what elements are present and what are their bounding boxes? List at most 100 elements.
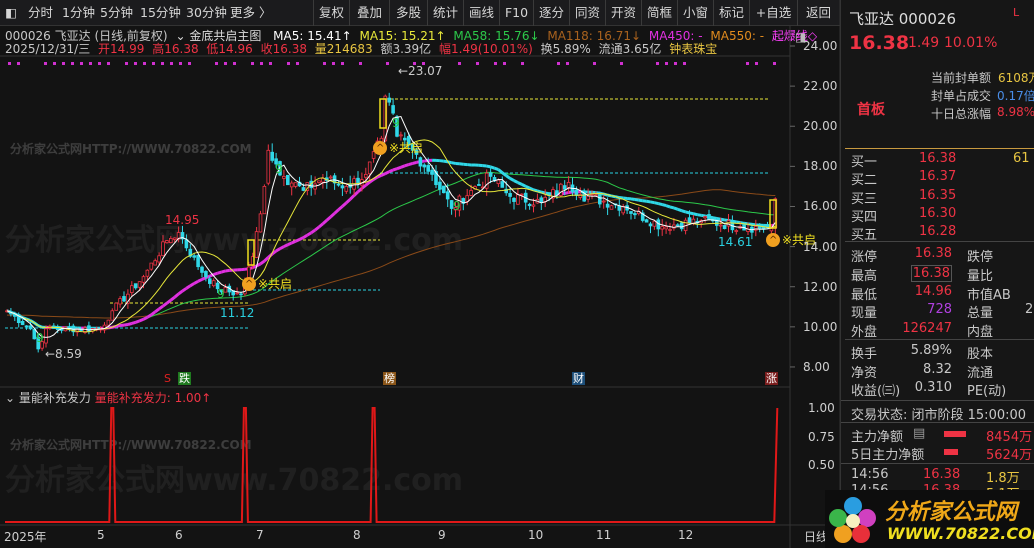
indicator-toggle[interactable]: ⌄ (5, 391, 19, 405)
candle-body (438, 181, 442, 190)
trend-line-segment (497, 168, 504, 174)
seal-label: 当前封单额 (931, 71, 992, 85)
flower-logo-icon (829, 497, 876, 543)
trend-line-segment (325, 215, 332, 222)
trend-line-segment (169, 295, 176, 302)
candle-body (161, 241, 165, 257)
candle-body (157, 255, 161, 263)
trend-line-segment (127, 322, 133, 326)
candle-body (516, 194, 520, 205)
trend-line-segment (337, 205, 344, 211)
trend-line-segment (493, 166, 499, 172)
candle-body (141, 276, 146, 283)
candle-body (153, 260, 158, 266)
trend-line-segment (333, 208, 340, 215)
candle-body (566, 182, 571, 188)
candle-body (644, 219, 649, 223)
signal-dot (566, 62, 569, 65)
candle-body (601, 200, 606, 203)
candle-body (200, 266, 204, 273)
signal-dot (476, 62, 479, 65)
signal-dot (170, 62, 173, 65)
candle-body (769, 228, 774, 232)
trend-line-segment (490, 165, 495, 170)
candle-body (527, 203, 532, 207)
indicator-value: 量能补充发力: 1.00↑ (94, 391, 212, 405)
list-icon[interactable]: ▤ (913, 426, 925, 441)
candle-body (559, 183, 563, 196)
signal-dot (656, 62, 659, 65)
signal-dot (215, 62, 218, 65)
candle-body (344, 186, 349, 192)
trend-line-segment (294, 238, 301, 243)
signal-dot (494, 62, 497, 65)
stat-label: 内盘 (967, 325, 994, 341)
trend-line-segment (185, 284, 192, 290)
signal-dot (503, 62, 506, 65)
trend-line-segment (654, 201, 659, 206)
signal-dot (89, 62, 92, 65)
trend-line-segment (263, 256, 270, 263)
trend-line-segment (213, 271, 219, 276)
fund-label: 股本 (967, 347, 994, 362)
candle-body (679, 222, 684, 230)
trend-line-segment (380, 172, 386, 177)
trend-line-segment (217, 270, 222, 275)
candle-body (145, 269, 150, 277)
divider (845, 148, 1034, 149)
trend-line-segment (131, 320, 137, 325)
stat-value: 16.38 (914, 246, 952, 261)
trend-line-segment (135, 319, 141, 324)
board-tag: 首板 (857, 102, 885, 118)
trend-line-segment (302, 233, 309, 239)
stat-label: 最低 (851, 287, 878, 303)
price-axis-label: 8.00 (803, 359, 830, 374)
candle-body (445, 191, 450, 200)
trend-line-segment (275, 247, 281, 253)
trend-line-segment (360, 184, 367, 190)
stat-value: 2 (1025, 302, 1034, 318)
stat-label: 外盘 (851, 325, 878, 341)
trend-line-segment (177, 289, 184, 296)
trend-line-segment (736, 220, 741, 225)
signal-dot (287, 62, 290, 65)
seal-value: 6108万 (998, 71, 1034, 85)
candle-body (289, 182, 294, 188)
stat-label: 现量 (851, 306, 878, 322)
tick-time: 14:56 (851, 467, 889, 482)
fund-label: 换手 (851, 347, 878, 362)
fund-label: 流通 (967, 365, 994, 381)
candle-body (598, 194, 602, 205)
trend-line-segment (689, 211, 694, 216)
candle-body (211, 280, 216, 287)
trend-line-segment (634, 198, 640, 202)
trend-line-segment (657, 202, 663, 206)
signal-marker: 跌 (178, 372, 191, 385)
candle-body (430, 169, 434, 175)
bid-label: 买三 (851, 191, 878, 207)
candle-body (114, 302, 119, 311)
candle-body (726, 220, 731, 227)
signal-dot (107, 62, 110, 65)
trend-line-segment (669, 205, 675, 210)
trend-line-segment (525, 184, 531, 190)
date-axis-label: 11 (596, 528, 612, 542)
price-annotation: ←8.59 (45, 347, 82, 361)
price-chart[interactable]: ^ ※共启^ ※共启^ ※共启←8.5914.9511.12←23.0714.6199… (0, 0, 840, 548)
signal-dot (260, 62, 263, 65)
trend-line-segment (306, 231, 312, 237)
candle-body (317, 180, 321, 183)
trend-line-segment (486, 164, 491, 169)
signal-marker: 财 (572, 372, 585, 385)
divider (841, 400, 1034, 401)
trend-line-segment (318, 222, 324, 229)
signal-dot (296, 62, 299, 65)
candle-body (477, 184, 481, 186)
candle-body (629, 211, 633, 214)
trend-line-segment (189, 282, 195, 288)
candle-body (207, 278, 212, 284)
trend-line-segment (150, 310, 157, 316)
candle-body (562, 185, 567, 190)
stat-label: 总量 (967, 306, 994, 322)
trend-line-segment (142, 315, 149, 321)
